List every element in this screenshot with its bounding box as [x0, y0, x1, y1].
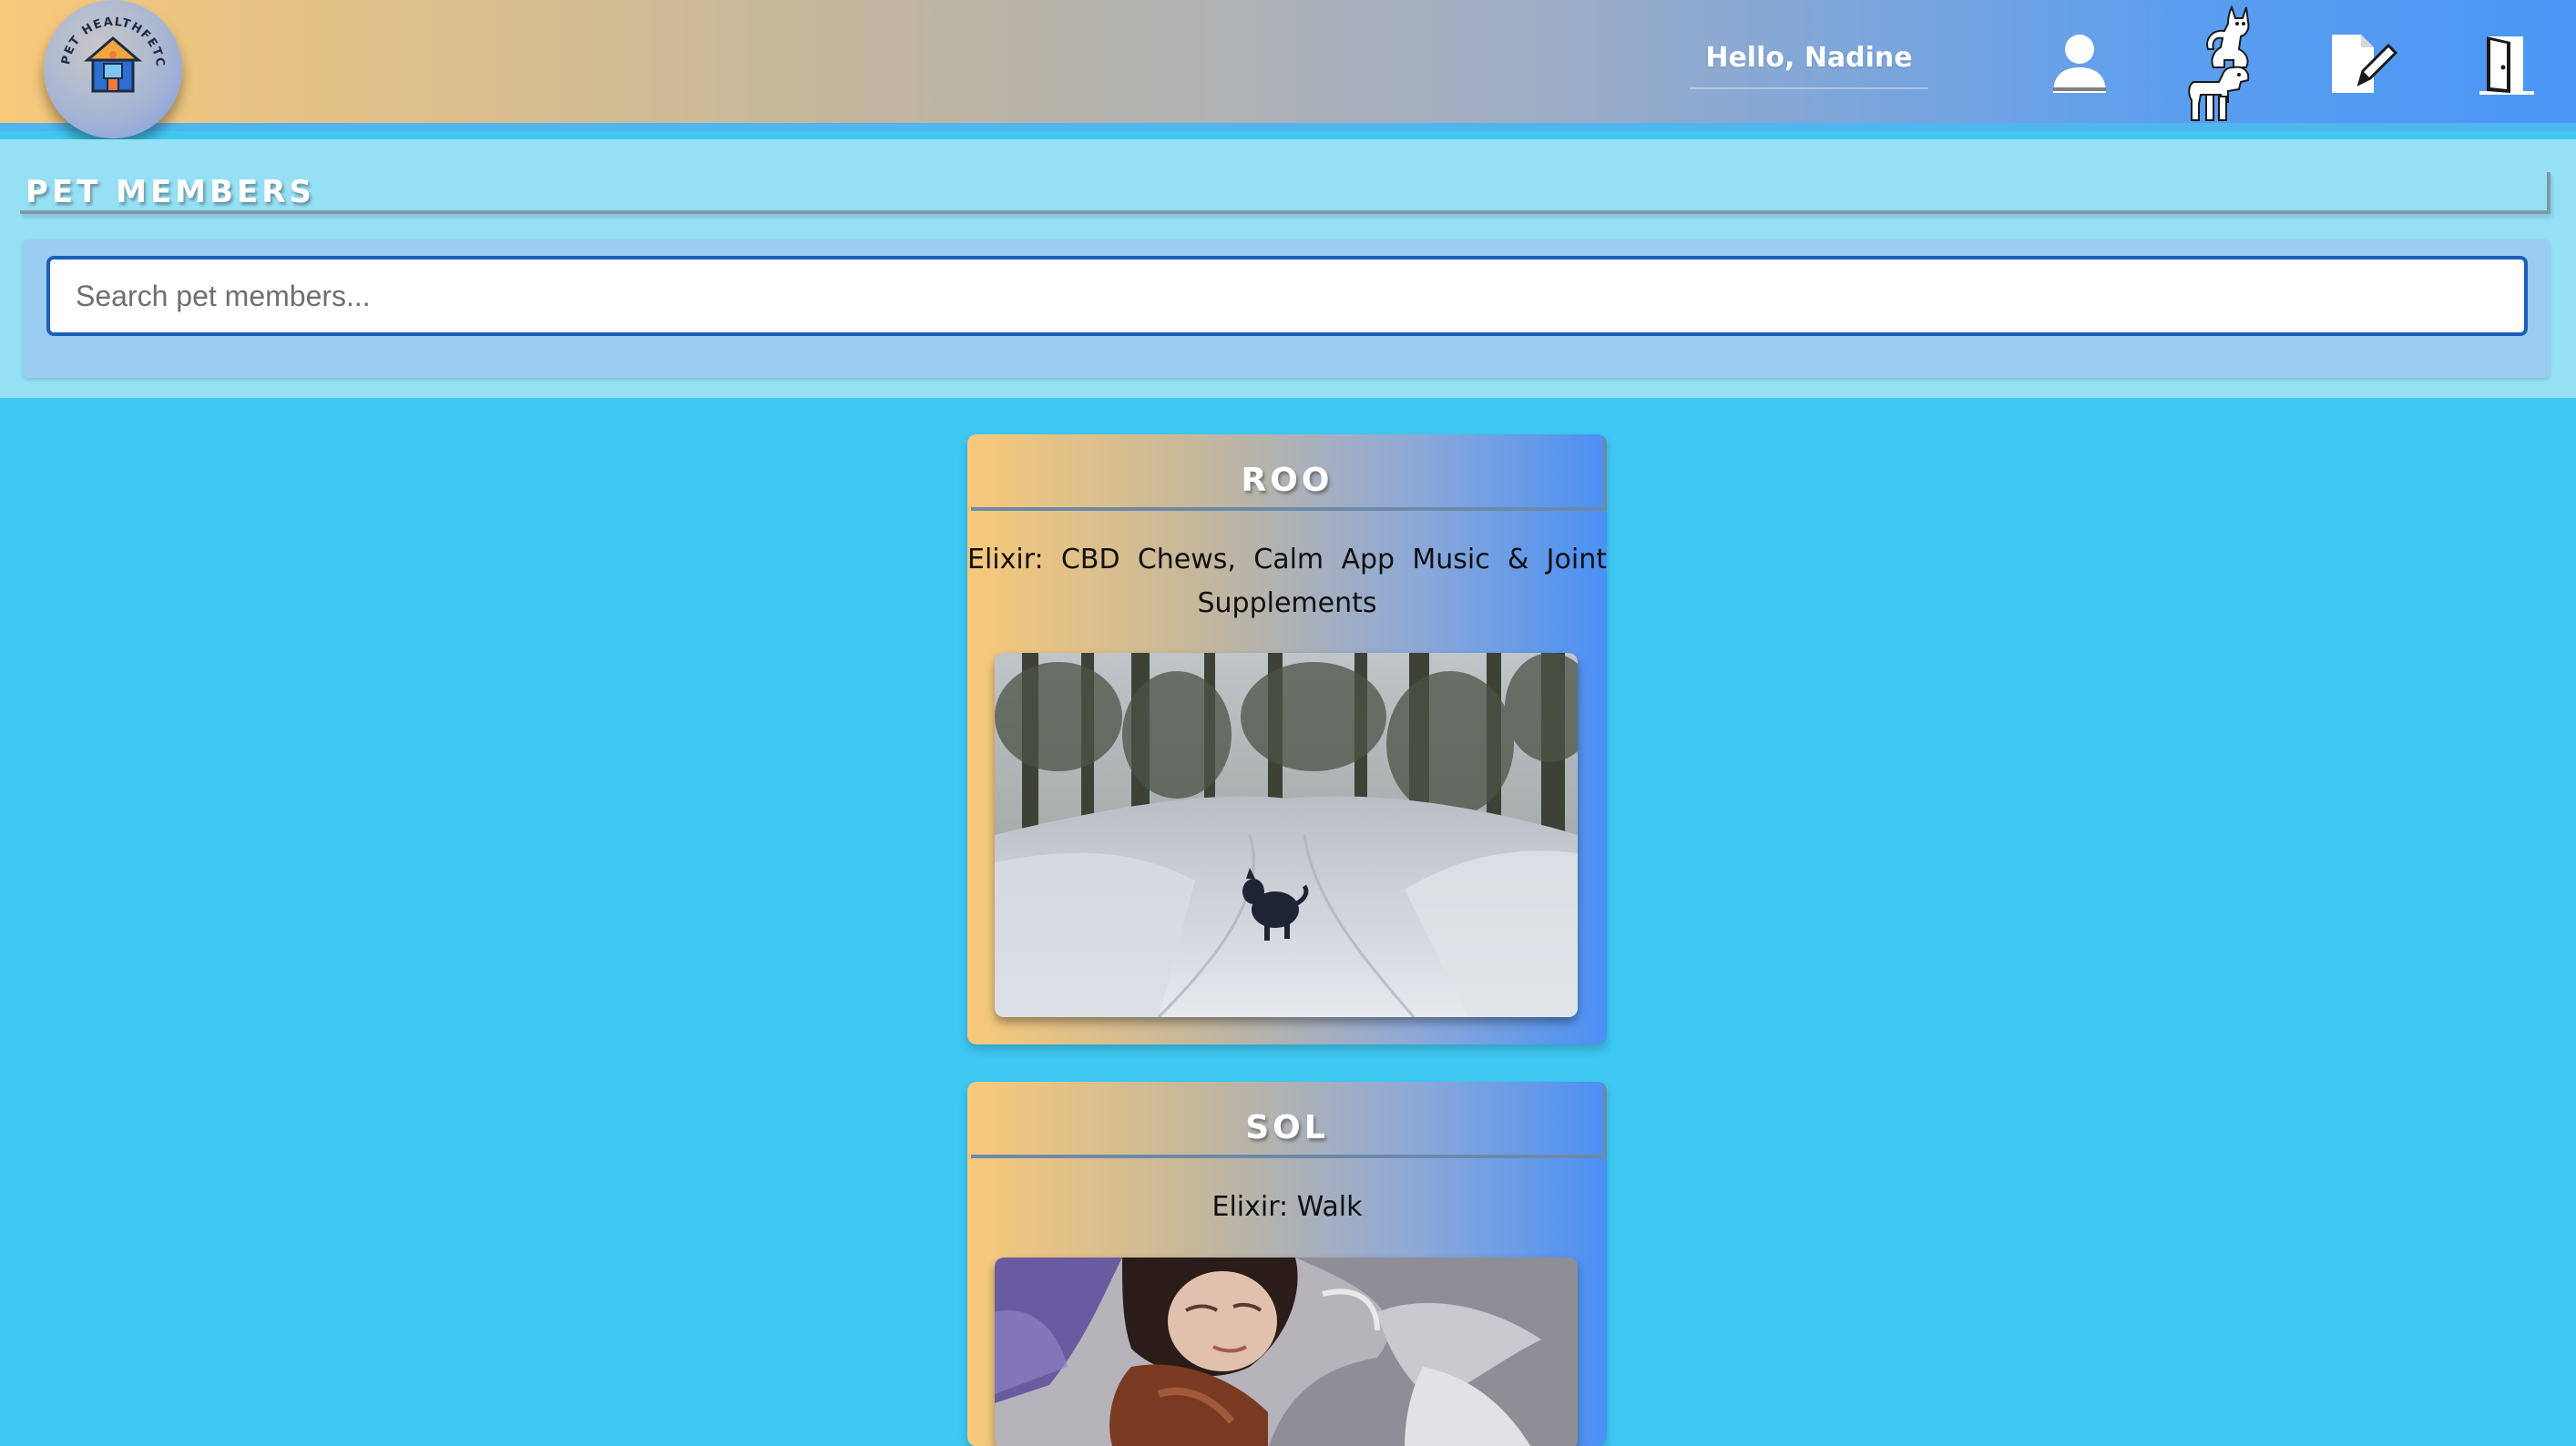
pet-name: SOL	[1245, 1109, 1329, 1146]
pet-elixir: Elixir: Walk	[1211, 1191, 1363, 1223]
logo-icon: PET HEALTHFETCH	[44, 0, 166, 93]
pet-name-header: ROO	[971, 434, 1607, 511]
person-resting-with-pet-image	[995, 1258, 1578, 1446]
pet-card-roo[interactable]: ROO Elixir: CBD Chews, Calm App Music & …	[967, 434, 1607, 1044]
pet-photo[interactable]	[995, 653, 1578, 1017]
search-container	[23, 239, 2550, 378]
search-input[interactable]	[46, 256, 2528, 336]
cat-dog-icon[interactable]	[2182, 5, 2255, 124]
pet-healthfetch-logo[interactable]: PET HEALTHFETCH	[44, 0, 182, 138]
pet-members-panel: PET MEMBERS	[0, 139, 2576, 398]
page-title: PET MEMBERS	[26, 174, 315, 210]
pet-members-header: PET MEMBERS	[20, 172, 2550, 214]
user-icon[interactable]	[2051, 31, 2108, 97]
edit-document-icon[interactable]	[2328, 31, 2397, 97]
pet-elixir: Elixir: CBD Chews, Calm App Music & Join…	[967, 544, 1607, 619]
door-exit-icon[interactable]	[2474, 31, 2540, 97]
dog-in-snowy-forest-image	[995, 653, 1578, 1017]
pet-photo[interactable]	[995, 1258, 1578, 1446]
top-navbar: PET HEALTHFETCH Hello, Nadine	[0, 0, 2576, 138]
pet-name: ROO	[1241, 462, 1334, 499]
pet-name-header: SOL	[971, 1082, 1607, 1158]
user-greeting: Hello, Nadine	[1690, 42, 1928, 89]
pet-card-sol[interactable]: SOL Elixir: Walk	[967, 1082, 1607, 1446]
